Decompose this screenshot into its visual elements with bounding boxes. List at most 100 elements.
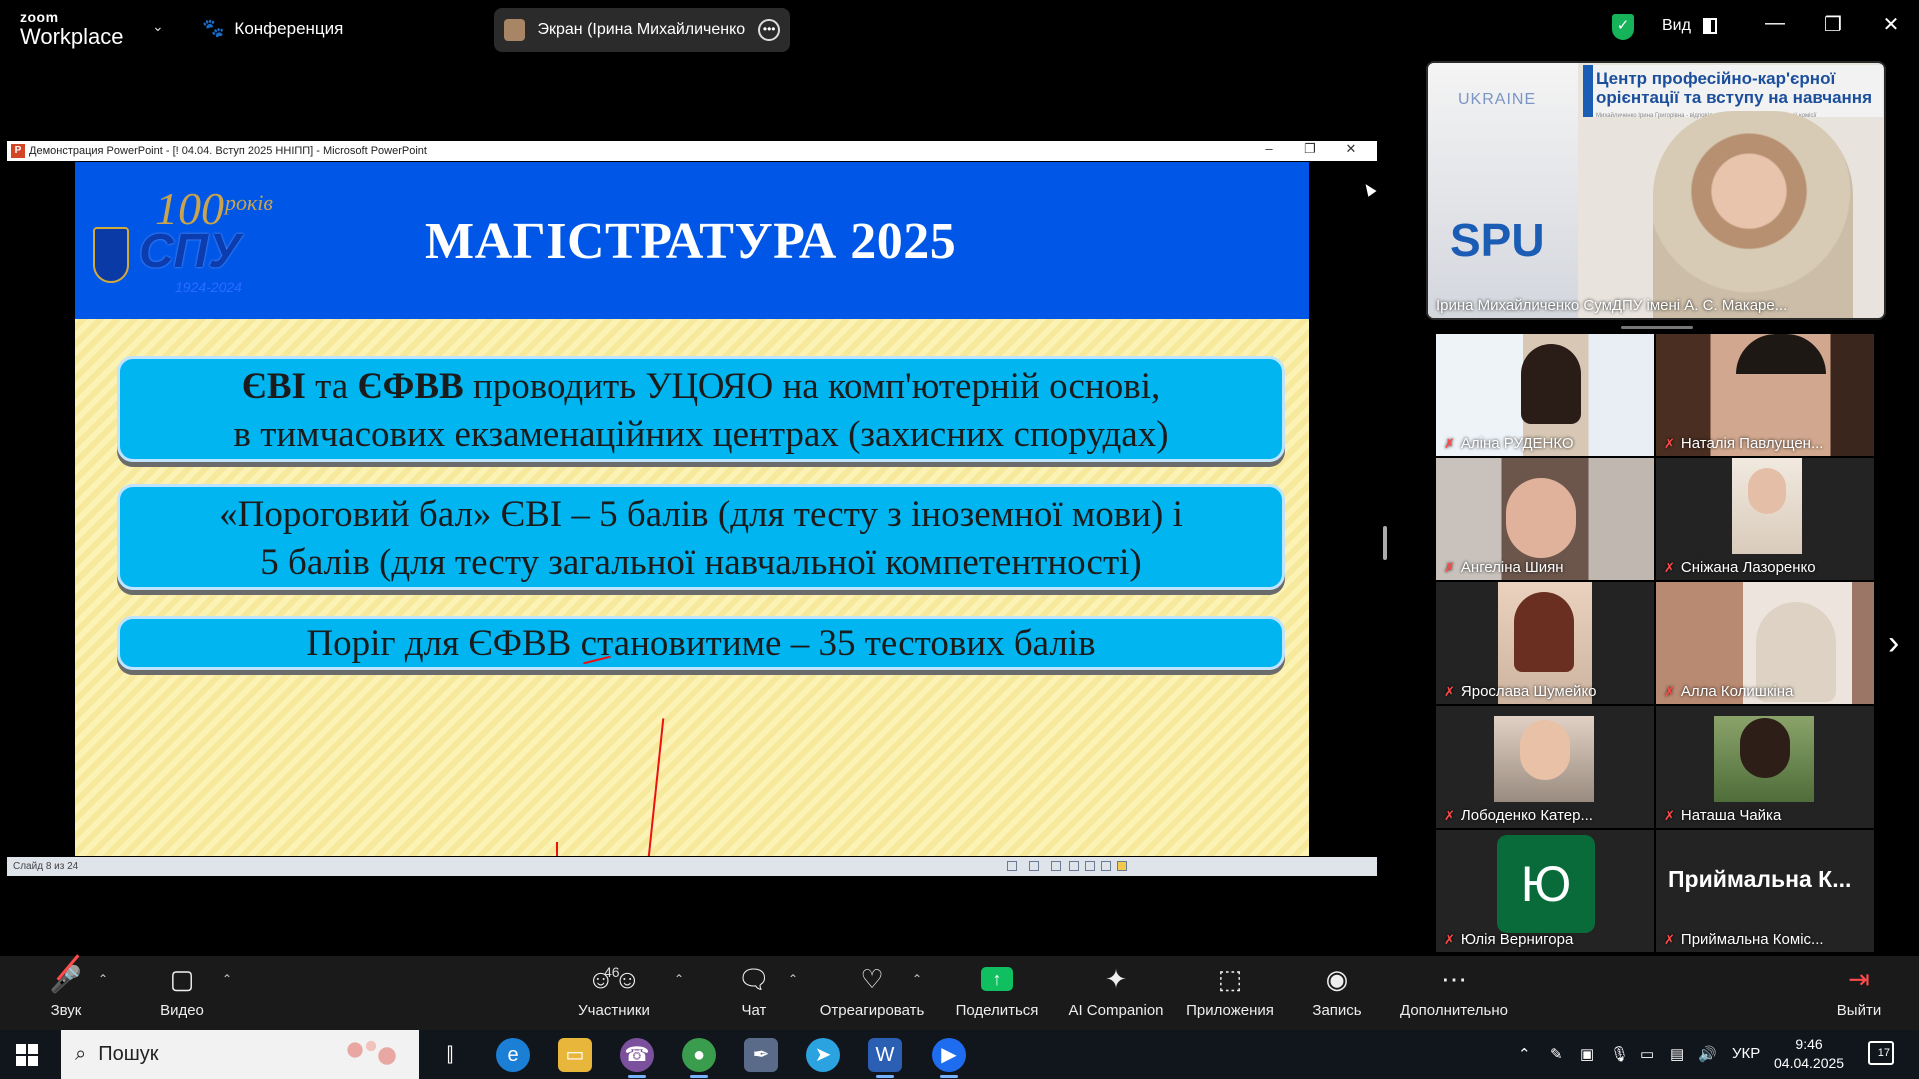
sorter-view-icon[interactable] [1085, 861, 1095, 871]
screen-share-indicator[interactable]: Экран (Ірина Михайличенко СумДПУ імені А… [494, 8, 790, 52]
participant-tile[interactable]: Приймальна К... ✗ Приймальна Коміс... [1656, 830, 1874, 952]
logo-abbreviation: СПУ [139, 225, 241, 278]
file-explorer-icon[interactable]: ▭ [558, 1038, 592, 1072]
language-indicator[interactable]: УКР [1732, 1045, 1760, 1062]
word-icon[interactable]: W [868, 1038, 902, 1078]
participant-tile[interactable]: ✗ Лободенко Катер... [1436, 706, 1654, 828]
chevron-down-icon[interactable]: ⌄ [152, 18, 164, 35]
search-highlight-image [331, 1034, 411, 1074]
participant-tile[interactable]: Ю ✗ Юлія Вернигора [1436, 830, 1654, 952]
meeting-toolbar: 🎤 Звук ⌃ ▢ Видео ⌃ ☺☺ 46 Участники ⌃ 🗨 Ч… [0, 954, 1919, 1030]
viber-icon[interactable]: ☎ [620, 1038, 654, 1078]
active-speaker-video[interactable]: UKRAINE SPU Центр професійно-кар'єрної о… [1426, 61, 1886, 320]
participant-tile[interactable]: ✗ Аліна РУДЕНКО [1436, 334, 1654, 456]
ai-companion-button[interactable]: ✦ AI Companion [1066, 956, 1166, 1030]
participant-silhouette [1748, 468, 1786, 514]
edge-browser-icon[interactable]: e [496, 1038, 530, 1072]
record-button[interactable]: ◉ Запись [1310, 956, 1364, 1030]
view-button[interactable]: Вид [1662, 17, 1717, 35]
notifications-icon[interactable]: 17 [1868, 1041, 1894, 1065]
participant-tile[interactable]: ✗ Сніжана Лазоренко [1656, 458, 1874, 580]
volume-icon[interactable]: 🔊 [1698, 1045, 1717, 1063]
camera-tray-icon[interactable]: ▣ [1580, 1045, 1594, 1063]
participant-name: Аліна РУДЕНКО [1460, 435, 1574, 452]
paint-icon[interactable]: ✒ [744, 1038, 778, 1072]
taskbar-search[interactable]: ⌕ Пошук [61, 1030, 419, 1079]
participant-name: Юлія Вернигора [1460, 931, 1574, 948]
participant-name-label: ✗ Лободенко Катер... [1444, 807, 1593, 824]
normal-view-icon[interactable] [1069, 861, 1079, 871]
info-box-threshold-line1: «Пороговий бал» ЄВІ – 5 балів (для тесту… [219, 494, 1183, 535]
chat-options-caret-icon[interactable]: ⌃ [788, 972, 798, 986]
participant-name: Алла Колишкіна [1680, 683, 1794, 700]
chat-button[interactable]: 🗨 Чат [734, 956, 774, 1030]
logo-years: 1924-2024 [175, 279, 242, 295]
close-icon[interactable]: ✕ [1876, 12, 1906, 37]
conference-label: Конференция [234, 18, 344, 38]
more-options-icon[interactable]: ••• [758, 19, 780, 41]
apps-button[interactable]: ⬚ Приложения [1184, 956, 1276, 1030]
pen-tray-icon[interactable]: ✎ [1550, 1045, 1563, 1063]
zoom-app-icon[interactable]: ▶ [932, 1038, 966, 1078]
microphone-tray-icon[interactable]: 🎙 [1610, 1045, 1629, 1063]
conference-button[interactable]: 🐾 Конференция [202, 18, 343, 39]
maximize-icon[interactable]: ❐ [1818, 12, 1848, 37]
ppt-restore-icon[interactable]: ❐ [1290, 141, 1330, 157]
battery-icon[interactable]: ▭ [1640, 1045, 1654, 1063]
participant-name-label: ✗ Ангеліна Шиян [1444, 559, 1564, 576]
participant-tile[interactable]: ✗ Ярослава Шумейко [1436, 582, 1654, 704]
zoom-workplace-logo[interactable]: zoom Workplace [20, 10, 124, 48]
react-button[interactable]: ♡ Отреагировать [818, 956, 926, 1030]
share-screen-button[interactable]: ↑ Поделиться [954, 956, 1040, 1030]
windows-start-icon[interactable] [16, 1044, 38, 1066]
participant-tile[interactable]: ✗ Алла Колишкіна [1656, 582, 1874, 704]
task-view-icon[interactable]: ⫿ [433, 1038, 467, 1072]
participant-name-label: ✗ Аліна РУДЕНКО [1444, 435, 1574, 452]
video-camera-icon: ▢ [169, 963, 195, 994]
participant-name-label: ✗ Сніжана Лазоренко [1664, 559, 1816, 576]
speaker-name-label: Ірина Михайличенко СумДПУ імені А. С. Ма… [1436, 297, 1788, 314]
telegram-icon[interactable]: ➤ [806, 1038, 840, 1072]
more-button[interactable]: ⋯ Дополнительно [1396, 956, 1512, 1030]
video-options-caret-icon[interactable]: ⌃ [222, 972, 232, 986]
mic-muted-icon: ✗ [1664, 808, 1675, 823]
participant-name-label: ✗ Наталія Павлущен... [1664, 435, 1823, 452]
ppt-close-icon[interactable]: ✕ [1331, 141, 1371, 157]
mic-muted-icon: ✗ [1444, 808, 1455, 823]
participant-name: Лободенко Катер... [1460, 807, 1593, 824]
prev-slide-icon[interactable] [1007, 861, 1017, 871]
leave-button[interactable]: ⇥ Выйти [1834, 956, 1884, 1030]
speaker-divider-handle[interactable] [1621, 326, 1693, 329]
react-options-caret-icon[interactable]: ⌃ [912, 972, 922, 986]
minimize-icon[interactable]: — [1760, 12, 1790, 35]
audio-options-caret-icon[interactable]: ⌃ [98, 972, 108, 986]
participants-options-caret-icon[interactable]: ⌃ [674, 972, 684, 986]
exit-door-icon: ⇥ [1848, 963, 1870, 994]
slideshow-view-icon[interactable] [1117, 861, 1127, 871]
gallery-next-page-icon[interactable]: › [1888, 624, 1899, 663]
tray-expand-icon[interactable]: ⌃ [1518, 1045, 1531, 1063]
info-box-exams: ЄВІ та ЄФВВ проводить УЦОЯО на комп'ютер… [117, 356, 1285, 462]
chrome-icon[interactable]: ● [682, 1038, 716, 1078]
background-spu-logo: SPU [1450, 214, 1545, 266]
video-label: Видео [160, 1002, 204, 1019]
participants-button[interactable]: ☺☺ 46 Участники [572, 956, 656, 1030]
ppt-minimize-icon[interactable]: – [1249, 141, 1289, 156]
participant-tile[interactable]: ✗ Ангеліна Шиян [1436, 458, 1654, 580]
panel-resize-handle[interactable] [1383, 526, 1387, 560]
share-label: Поделиться [955, 1002, 1039, 1019]
network-icon[interactable]: ▤ [1670, 1045, 1684, 1063]
video-button[interactable]: ▢ Видео [150, 956, 214, 1030]
mic-muted-icon: ✗ [1444, 560, 1455, 575]
security-shield-icon[interactable]: ✓ [1612, 14, 1634, 40]
pen-tool-icon[interactable] [1029, 861, 1039, 871]
participant-tile[interactable]: ✗ Наташа Чайка [1656, 706, 1874, 828]
system-clock[interactable]: 9:46 04.04.2025 [1774, 1035, 1844, 1073]
participant-tile[interactable]: ✗ Наталія Павлущен... [1656, 334, 1874, 456]
react-label: Отреагировать [819, 1002, 925, 1019]
reading-view-icon[interactable] [1101, 861, 1111, 871]
view-label: Вид [1662, 17, 1691, 34]
next-slide-icon[interactable] [1051, 861, 1061, 871]
audio-button[interactable]: 🎤 Звук [40, 954, 92, 1030]
participant-name: Наталія Павлущен... [1680, 435, 1824, 452]
